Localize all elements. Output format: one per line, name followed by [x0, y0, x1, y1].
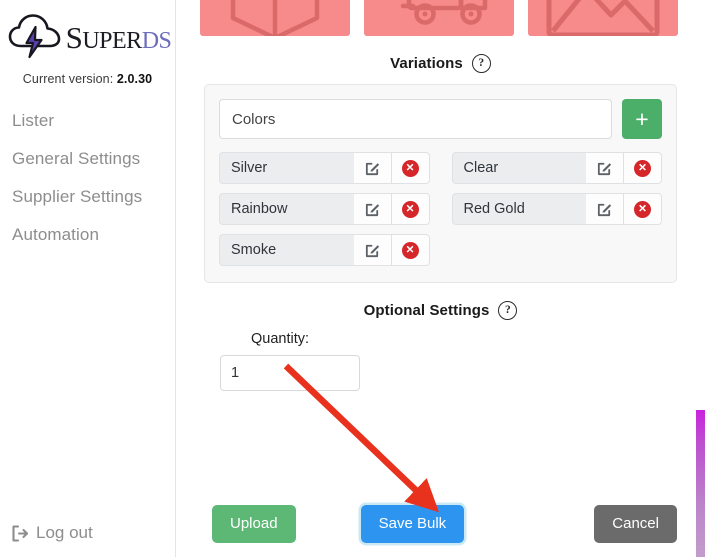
delete-variation-button[interactable]: ✕	[391, 234, 430, 266]
sidebar-item-general-settings[interactable]: General Settings	[0, 140, 175, 178]
version-label: Current version:	[22, 72, 114, 86]
delete-variation-button[interactable]: ✕	[391, 193, 430, 225]
question-mark-circle-icon[interactable]: ?	[471, 54, 491, 73]
variation-add-row: +	[219, 99, 662, 139]
optional-settings-title: Optional Settings	[363, 302, 490, 319]
delete-circle-icon: ✕	[634, 159, 651, 177]
variation-row-rainbow: Rainbow ✕	[219, 193, 430, 225]
version-text: Current version: 2.0.30	[0, 72, 175, 86]
variation-label: Clear	[451, 152, 586, 184]
save-bulk-button[interactable]: Save Bulk	[360, 505, 465, 543]
sidebar: S UPER DS Current version: 2.0.30 Lister G…	[0, 0, 176, 557]
pencil-square-icon	[365, 203, 379, 216]
variation-name-input[interactable]	[219, 99, 612, 139]
brand-wordmark: S UPER DS	[66, 22, 172, 53]
quantity-block: Quantity:	[206, 331, 683, 391]
variation-row-smoke: Smoke ✕	[219, 234, 430, 266]
delete-circle-icon: ✕	[401, 200, 419, 218]
sidebar-item-lister[interactable]: Lister	[0, 102, 175, 140]
delete-circle-icon: ✕	[401, 159, 419, 177]
delete-variation-button[interactable]: ✕	[624, 152, 662, 184]
main-inner: Variations ? + Silver	[176, 0, 705, 557]
variation-row-clear: Clear ✕	[451, 152, 662, 184]
brand-block: S UPER DS Current version: 2.0.30	[0, 0, 175, 86]
edit-variation-button[interactable]	[353, 234, 392, 266]
brand-word-ds: DS	[141, 27, 172, 54]
add-variation-button[interactable]: +	[622, 99, 662, 139]
pencil-square-icon	[365, 244, 379, 257]
question-mark-circle-icon[interactable]: ?	[498, 301, 518, 320]
optional-settings-heading: Optional Settings ?	[198, 301, 683, 320]
upload-button[interactable]: Upload	[212, 505, 296, 543]
sidebar-footer: Log out	[0, 523, 175, 557]
sidebar-item-automation[interactable]: Automation	[0, 216, 175, 254]
brand-word-uper: UPER	[82, 27, 142, 54]
media-card-box[interactable]	[200, 0, 350, 36]
edit-variation-button[interactable]	[586, 152, 624, 184]
sidebar-nav: Lister General Settings Supplier Setting…	[0, 102, 175, 254]
sidebar-item-supplier-settings[interactable]: Supplier Settings	[0, 178, 175, 216]
logout-button[interactable]: Log out	[10, 523, 175, 543]
quantity-input[interactable]	[220, 355, 360, 391]
main-content: Variations ? + Silver	[176, 0, 705, 557]
delete-circle-icon: ✕	[634, 200, 651, 218]
edit-variation-button[interactable]	[353, 193, 392, 225]
variation-list: Silver ✕ Clear ✕ Rainbow ✕ Red Gold ✕ Sm…	[219, 152, 662, 266]
logout-icon	[10, 524, 29, 543]
cloud-lightning-icon	[8, 12, 64, 62]
edit-variation-button[interactable]	[586, 193, 624, 225]
pencil-square-icon	[597, 162, 612, 175]
pencil-square-icon	[365, 162, 379, 175]
variations-panel: + Silver ✕	[204, 84, 677, 283]
logout-label: Log out	[36, 523, 93, 542]
page-scrollbar[interactable]	[696, 410, 705, 557]
app-root: S UPER DS Current version: 2.0.30 Lister G…	[0, 0, 705, 557]
variations-heading: Variations ?	[198, 54, 683, 73]
brand-logo[interactable]: S UPER DS	[0, 8, 175, 66]
variation-row-silver: Silver ✕	[219, 152, 430, 184]
edit-variation-button[interactable]	[353, 152, 392, 184]
media-placeholder-row	[200, 0, 683, 36]
delete-variation-button[interactable]: ✕	[624, 193, 662, 225]
cancel-button[interactable]: Cancel	[594, 505, 677, 543]
variation-label: Red Gold	[451, 193, 586, 225]
media-card-truck[interactable]	[364, 0, 514, 36]
variation-label: Silver	[219, 152, 354, 184]
delete-circle-icon: ✕	[401, 241, 419, 259]
variation-label: Smoke	[219, 234, 354, 266]
variations-title: Variations	[390, 55, 463, 72]
variation-label: Rainbow	[219, 193, 354, 225]
pencil-square-icon	[597, 203, 612, 216]
action-bar: Upload Save Bulk Cancel	[198, 505, 683, 543]
variation-row-red-gold: Red Gold ✕	[451, 193, 662, 225]
quantity-label: Quantity:	[251, 331, 310, 347]
brand-word-super: S	[65, 19, 83, 55]
version-value: 2.0.30	[116, 72, 153, 86]
media-card-image[interactable]	[528, 0, 678, 36]
delete-variation-button[interactable]: ✕	[391, 152, 430, 184]
